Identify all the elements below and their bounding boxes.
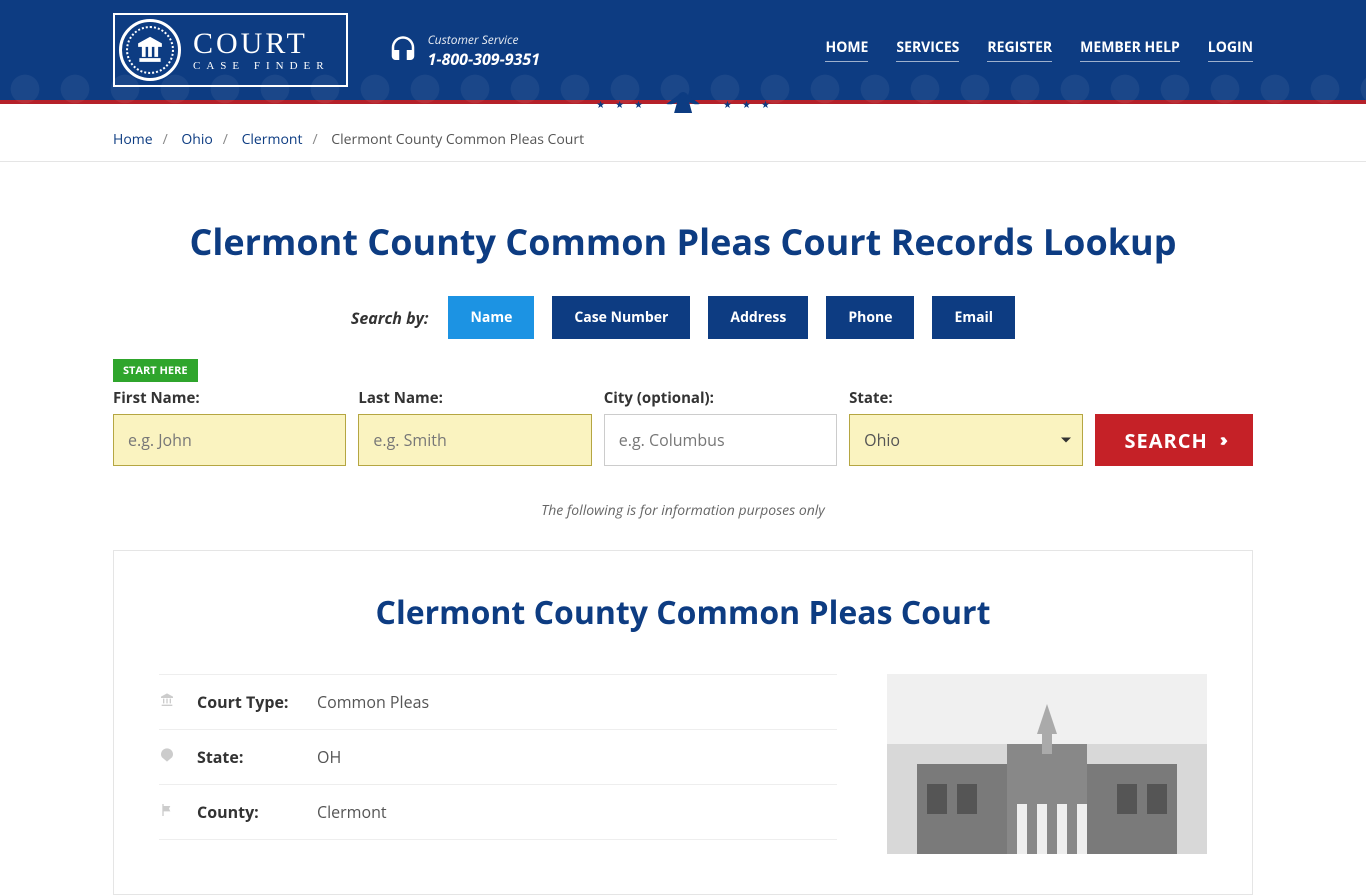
state-label: State: — [849, 388, 1082, 408]
court-info-card: Clermont County Common Pleas Court Court… — [113, 550, 1253, 895]
headset-icon — [388, 35, 418, 65]
info-row-state: State: OH — [159, 730, 837, 785]
search-by-tabs: Search by: Name Case Number Address Phon… — [113, 296, 1253, 339]
court-heading: Clermont County Common Pleas Court — [159, 591, 1207, 634]
nav-member-help[interactable]: MEMBER HELP — [1080, 38, 1180, 62]
info-key: County: — [197, 801, 317, 823]
crumb-ohio[interactable]: Ohio — [181, 130, 212, 149]
tab-name[interactable]: Name — [448, 296, 534, 339]
last-name-label: Last Name: — [358, 388, 591, 408]
tab-phone[interactable]: Phone — [826, 296, 914, 339]
breadcrumb: Home/ Ohio/ Clermont/ Clermont County Co… — [98, 118, 1268, 161]
crumb-current: Clermont County Common Pleas Court — [331, 130, 584, 149]
chevron-right-icon: ›› — [1220, 428, 1223, 452]
flag-icon — [159, 801, 179, 823]
customer-service: Customer Service 1-800-309-9351 — [388, 31, 540, 70]
info-value: Common Pleas — [317, 691, 429, 713]
last-name-input[interactable] — [358, 414, 591, 466]
logo-text-sub: CASE FINDER — [193, 61, 330, 72]
tab-address[interactable]: Address — [708, 296, 808, 339]
first-name-input[interactable] — [113, 414, 346, 466]
info-value: OH — [317, 746, 341, 768]
first-name-label: First Name: — [113, 388, 346, 408]
info-key: State: — [197, 746, 317, 768]
page-title: Clermont County Common Pleas Court Recor… — [113, 217, 1253, 266]
crumb-home[interactable]: Home — [113, 130, 153, 149]
support-label: Customer Service — [428, 31, 540, 48]
info-row-type: Court Type: Common Pleas — [159, 674, 837, 730]
disclaimer-text: The following is for information purpose… — [113, 501, 1253, 520]
tab-email[interactable]: Email — [932, 296, 1015, 339]
search-by-label: Search by: — [351, 307, 429, 329]
search-button[interactable]: SEARCH ›› — [1095, 414, 1254, 466]
logo-text-main: COURT — [193, 29, 330, 59]
courthouse-photo — [887, 674, 1207, 854]
site-logo[interactable]: COURT CASE FINDER — [113, 13, 348, 87]
decorative-strip: ★★★ ★★★ — [0, 100, 1366, 118]
nav-login[interactable]: LOGIN — [1208, 38, 1253, 62]
court-seal-icon — [119, 19, 181, 81]
city-label: City (optional): — [604, 388, 837, 408]
courthouse-icon — [159, 691, 179, 713]
search-form: First Name: Last Name: City (optional): … — [113, 388, 1253, 466]
tab-case-number[interactable]: Case Number — [552, 296, 690, 339]
city-input[interactable] — [604, 414, 837, 466]
start-here-badge: START HERE — [113, 359, 198, 382]
eagle-icon — [653, 84, 713, 124]
crumb-clermont[interactable]: Clermont — [242, 130, 303, 149]
info-value: Clermont — [317, 801, 387, 823]
info-key: Court Type: — [197, 691, 317, 713]
nav-home[interactable]: HOME — [825, 38, 868, 62]
info-row-county: County: Clermont — [159, 785, 837, 840]
nav-register[interactable]: REGISTER — [987, 38, 1052, 62]
main-nav: HOME SERVICES REGISTER MEMBER HELP LOGIN — [825, 38, 1253, 62]
support-phone: 1-800-309-9351 — [428, 48, 540, 70]
nav-services[interactable]: SERVICES — [896, 38, 959, 62]
court-info-list: Court Type: Common Pleas State: OH Count… — [159, 674, 837, 854]
search-button-label: SEARCH — [1125, 427, 1208, 454]
map-icon — [159, 746, 179, 768]
state-select[interactable]: Ohio — [849, 414, 1082, 466]
